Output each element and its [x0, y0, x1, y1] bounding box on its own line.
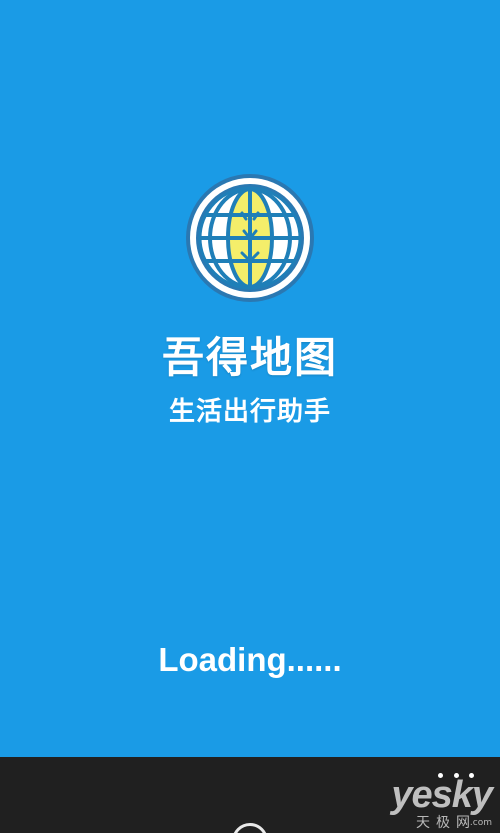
app-slogan: 生活出行助手: [168, 397, 331, 427]
splash-screen: 吾得地图 生活出行助手 Loading...... yesky 天极网 .com: [0, 0, 500, 833]
watermark-brand-cn: 天极网: [416, 815, 476, 831]
globe-icon: [186, 174, 314, 302]
watermark-suffix: .com: [469, 818, 492, 828]
watermark-brand: yesky: [391, 774, 493, 816]
watermark: yesky 天极网 .com: [362, 774, 493, 831]
splash-panel: 吾得地图 生活出行助手 Loading......: [0, 0, 500, 757]
app-name: 吾得地图: [161, 333, 338, 382]
home-button-hint: [232, 823, 268, 833]
app-bar: yesky 天极网 .com: [0, 757, 500, 833]
loading-indicator: Loading......: [158, 641, 342, 678]
